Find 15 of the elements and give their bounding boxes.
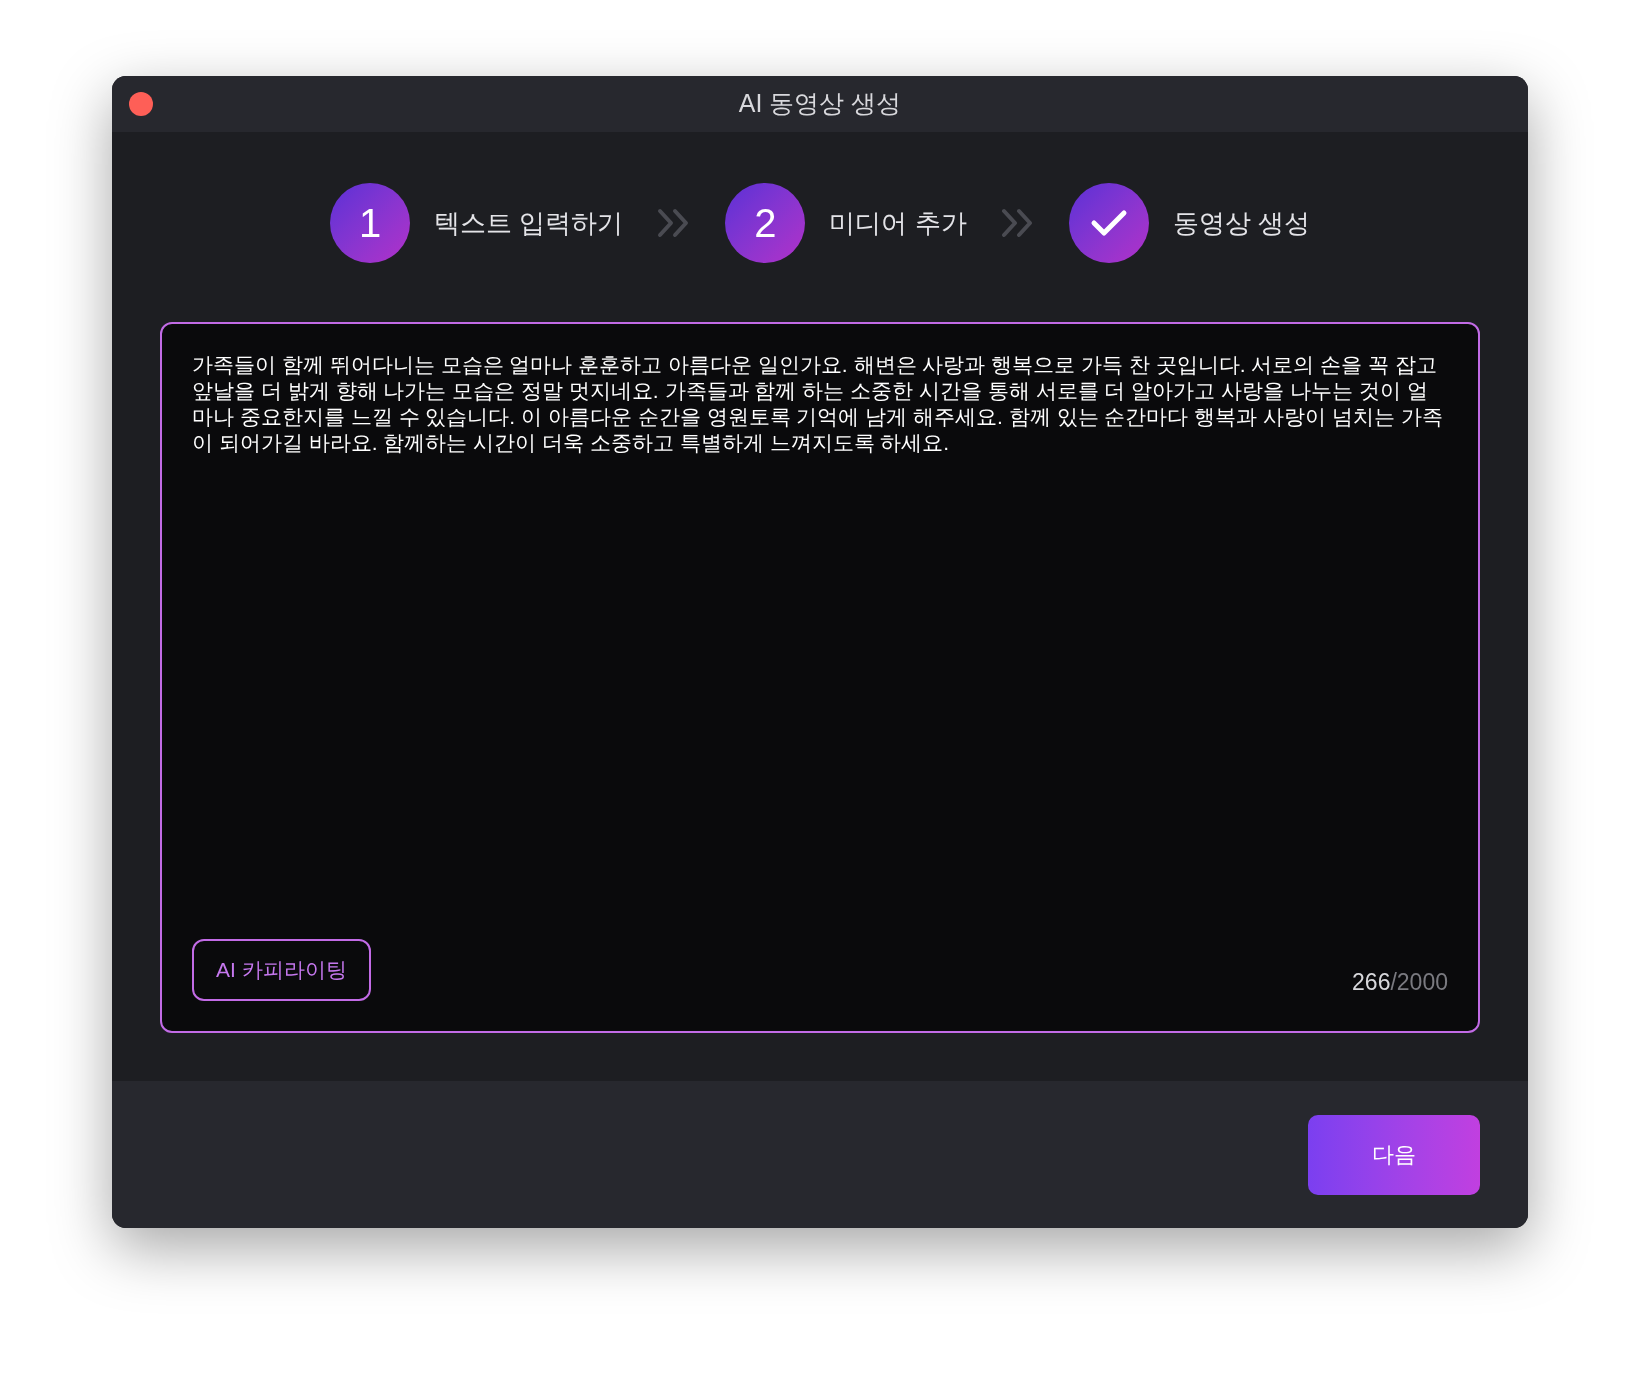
ai-copywriting-button[interactable]: AI 카피라이팅 xyxy=(192,939,371,1001)
step-label: 동영상 생성 xyxy=(1172,206,1310,240)
step-number-badge: 1 xyxy=(330,183,411,263)
character-limit: /2000 xyxy=(1390,967,1448,997)
text-editor[interactable] xyxy=(160,322,1480,1033)
step-label: 텍스트 입력하기 xyxy=(434,206,624,240)
step-number-badge: 2 xyxy=(725,183,806,263)
check-icon xyxy=(1089,209,1128,237)
character-count: 266 xyxy=(1352,967,1391,997)
chevrons-icon xyxy=(1000,208,1035,238)
window-title: AI 동영상 생성 xyxy=(738,88,902,120)
close-button[interactable] xyxy=(129,92,153,116)
next-button[interactable]: 다음 xyxy=(1308,1114,1480,1195)
script-text: 가족들이 함께 뛰어다니는 모습은 얼마나 훈훈하고 아름다운 일인가요. 해변은 사랑과 행복으로 가득 찬 곳입니다. 서로의 손을 꼭 잡고 앞날을 더 밝게 향해 나가는 모습은 정말 멋지네요. 가족들과 함께 하는 소중한 시간을 통해 서로를 더 알아가고 사랑을 나누는 것이 얼마나 중요한지를 느낄 수 있습니다. 이 아름다운 순간을 영원토록 기억에 남게 해주세요. 함께 있는 순간마다 행복과 사랑이 넘치는 가족이 되어가길 바라요. 함께하는 시간이 더욱 소중하고 특별하게 느껴지도록 하세요. xyxy=(192,352,1444,456)
step-label: 미디어 추가 xyxy=(829,206,967,240)
